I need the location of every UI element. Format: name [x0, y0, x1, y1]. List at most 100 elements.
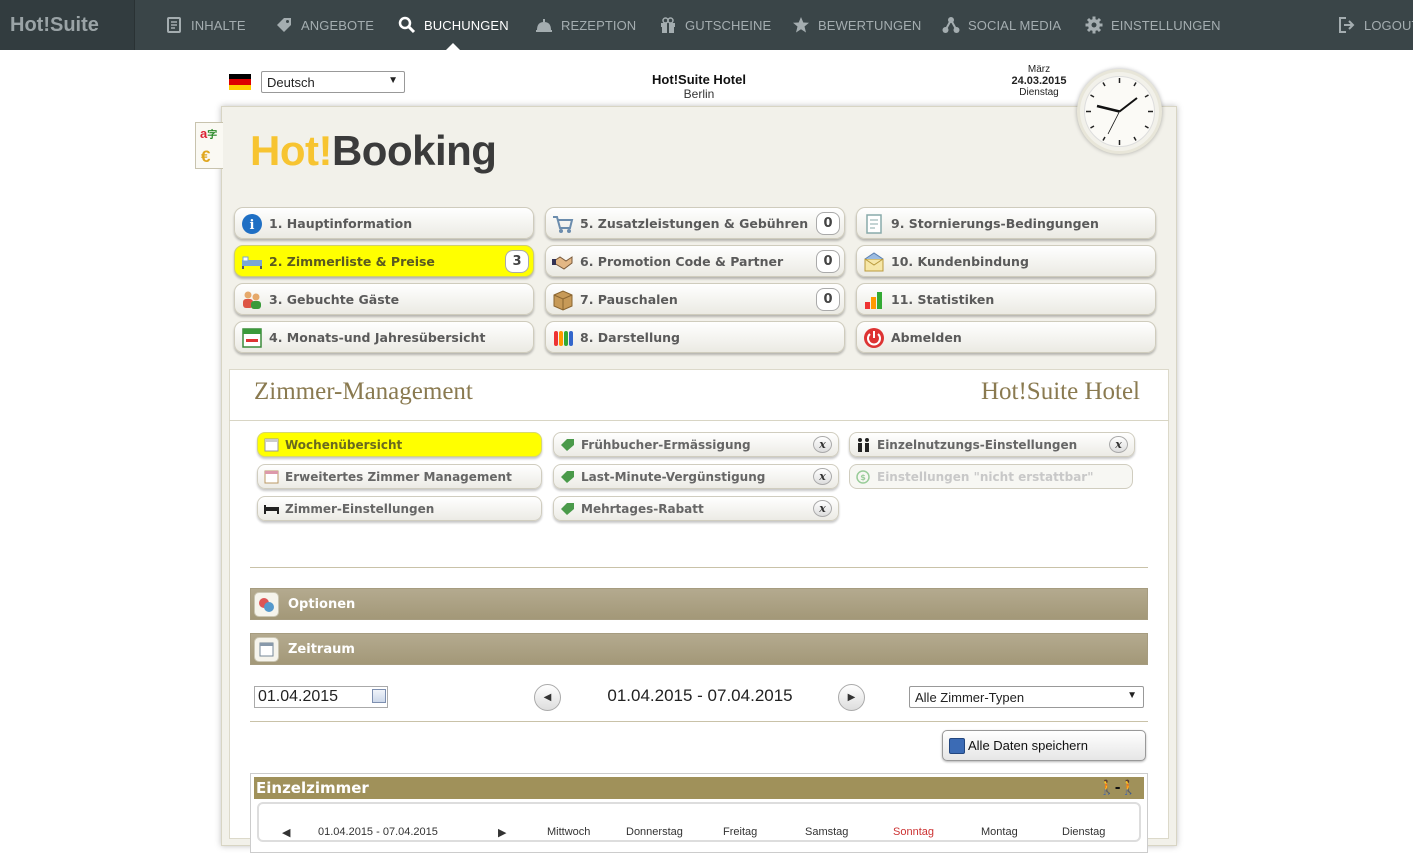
zimmer-einstellungen-button[interactable]: Zimmer-Einstellungen — [257, 496, 542, 521]
network-icon — [942, 16, 960, 34]
room-type-value: Alle Zimmer-Typen — [915, 690, 1025, 705]
count-badge: 0 — [816, 288, 840, 311]
package-icon — [552, 289, 574, 311]
guests-icon — [241, 289, 263, 311]
einzelnutzungs-einstellungen-button[interactable]: Einzelnutzungs-Einstellungen x — [849, 432, 1135, 457]
mail-icon — [863, 251, 885, 273]
button-label: Einstellungen "nicht erstattbar" — [877, 469, 1094, 484]
nav-item-inhalte[interactable]: INHALTE — [165, 0, 246, 50]
logout-link[interactable]: LOGOUT — [1338, 0, 1413, 50]
nav-item-angebote[interactable]: ANGEBOTE — [275, 0, 374, 50]
room-range: 01.04.2015 - 07.04.2015 — [318, 826, 438, 838]
percent-tag-icon — [560, 470, 575, 484]
mehrtages-rabatt-button[interactable]: Mehrtages-Rabatt x — [553, 496, 839, 521]
menu-stornierungs-bedingungen[interactable]: 9. Stornierungs-Bedingungen — [856, 207, 1156, 239]
menu-gebuchte-gaeste[interactable]: 3. Gebuchte Gäste — [234, 283, 534, 315]
erweitertes-zimmer-management-button[interactable]: Erweitertes Zimmer Management — [257, 464, 542, 489]
day-label: Sonntag — [893, 826, 934, 838]
zeitraum-section[interactable]: Zeitraum — [250, 633, 1148, 665]
date-from-input[interactable]: 01.04.2015 — [254, 686, 388, 708]
save-all-button[interactable]: Alle Daten speichern — [942, 730, 1146, 761]
wochenuebersicht-button[interactable]: Wochenübersicht — [257, 432, 542, 457]
last-minute-button[interactable]: Last-Minute-Vergünstigung x — [553, 464, 839, 489]
room-name: Einzelzimmer — [256, 779, 369, 797]
menu-label: 10. Kundenbindung — [891, 253, 1029, 269]
nicht-erstattbar-button: $ Einstellungen "nicht erstattbar" — [849, 464, 1133, 489]
section-label: Optionen — [288, 596, 356, 612]
button-label: Erweitertes Zimmer Management — [285, 469, 512, 484]
side-tools: a字 € — [195, 122, 223, 169]
nav-item-einstellungen[interactable]: EINSTELLUNGEN — [1085, 0, 1221, 50]
floppy-disk-icon — [949, 738, 965, 754]
next-arrow-icon[interactable]: ▶ — [498, 826, 506, 839]
logout-icon — [1338, 16, 1356, 34]
menu-zimmerliste[interactable]: 2. Zimmerliste & Preise 3 — [234, 245, 534, 277]
nav-label: BUCHUNGEN — [424, 17, 509, 33]
button-label: Alle Daten speichern — [968, 738, 1088, 753]
button-label: Mehrtages-Rabatt — [581, 501, 704, 516]
divider — [229, 420, 1169, 421]
disabled-x-icon: x — [813, 468, 832, 485]
svg-text:i: i — [250, 218, 255, 233]
dropdown-arrow-icon: ▼ — [1127, 690, 1137, 701]
language-select[interactable]: Deutsch ▼ — [261, 71, 405, 93]
optionen-section[interactable]: Optionen — [250, 588, 1148, 620]
room-type-select[interactable]: Alle Zimmer-Typen ▼ — [909, 686, 1144, 708]
nav-label: SOCIAL MEDIA — [968, 17, 1062, 33]
palette-icon — [552, 327, 574, 349]
section-hotel-name: Hot!Suite Hotel — [980, 378, 1140, 405]
day-label: Donnerstag — [626, 826, 683, 838]
count-badge: 0 — [816, 250, 840, 273]
menu-pauschalen[interactable]: 7. Pauschalen 0 — [545, 283, 845, 315]
gift-icon — [659, 16, 677, 34]
menu-darstellung[interactable]: 8. Darstellung — [545, 321, 845, 353]
previous-week-button[interactable]: ◀ — [534, 684, 561, 711]
room-header: Einzelzimmer 🚶-🚶 — [254, 777, 1144, 799]
options-icon — [254, 592, 279, 617]
bed-icon — [264, 502, 279, 516]
people-icon — [856, 438, 871, 452]
next-week-button[interactable]: ▶ — [838, 684, 865, 711]
menu-label: 11. Statistiken — [891, 291, 995, 307]
nav-label: BEWERTUNGEN — [818, 17, 922, 33]
section-label: Zeitraum — [288, 641, 355, 657]
power-icon — [863, 327, 885, 349]
logo-booking: Booking — [331, 127, 497, 174]
menu-label: 2. Zimmerliste & Preise — [269, 253, 435, 269]
prev-arrow-icon[interactable]: ◀ — [282, 826, 290, 839]
menu-statistiken[interactable]: 11. Statistiken — [856, 283, 1156, 315]
day-label: Freitag — [723, 826, 758, 838]
menu-hauptinformation[interactable]: i 1. Hauptinformation — [234, 207, 534, 239]
day-label: Dienstag — [1062, 826, 1106, 838]
disabled-x-icon: x — [1109, 436, 1128, 453]
menu-monats-jahresuebersicht[interactable]: 4. Monats-und Jahresübersicht — [234, 321, 534, 353]
clock-icon — [1077, 69, 1162, 154]
brand-logo[interactable]: Hot!Suite — [0, 0, 135, 50]
nav-item-buchungen[interactable]: BUCHUNGEN — [398, 0, 509, 50]
day-label: Samstag — [805, 826, 849, 838]
calendar-icon — [241, 327, 263, 349]
nav-item-bewertungen[interactable]: BEWERTUNGEN — [792, 0, 921, 50]
button-label: Zimmer-Einstellungen — [285, 501, 435, 516]
date-label: 24.03.2015 — [1011, 74, 1067, 87]
disabled-x-icon: x — [813, 436, 832, 453]
calendar-picker-icon[interactable] — [372, 689, 386, 703]
menu-label: 1. Hauptinformation — [269, 215, 413, 231]
menu-zusatzleistungen[interactable]: 5. Zusatzleistungen & Gebühren 0 — [545, 207, 845, 239]
nav-item-rezeption[interactable]: REZEPTION — [535, 0, 636, 50]
menu-abmelden[interactable]: Abmelden — [856, 321, 1156, 353]
nav-item-social-media[interactable]: SOCIAL MEDIA — [942, 0, 1061, 50]
menu-label: 3. Gebuchte Gäste — [269, 291, 400, 307]
menu-kundenbindung[interactable]: 10. Kundenbindung — [856, 245, 1156, 277]
svg-text:$: $ — [860, 473, 866, 482]
nav-item-gutscheine[interactable]: GUTSCHEINE — [659, 0, 771, 50]
menu-label: 6. Promotion Code & Partner — [580, 253, 784, 269]
menu-promotion-code[interactable]: 6. Promotion Code & Partner 0 — [545, 245, 845, 277]
currency-icon[interactable]: € — [201, 147, 210, 167]
menu-label: Abmelden — [891, 329, 962, 345]
fruehbucher-button[interactable]: Frühbucher-Ermässigung x — [553, 432, 839, 457]
nav-label: INHALTE — [191, 17, 246, 33]
gear-icon — [1085, 16, 1103, 34]
translate-icon[interactable]: a字 — [200, 126, 217, 141]
document-list-icon — [863, 213, 885, 235]
